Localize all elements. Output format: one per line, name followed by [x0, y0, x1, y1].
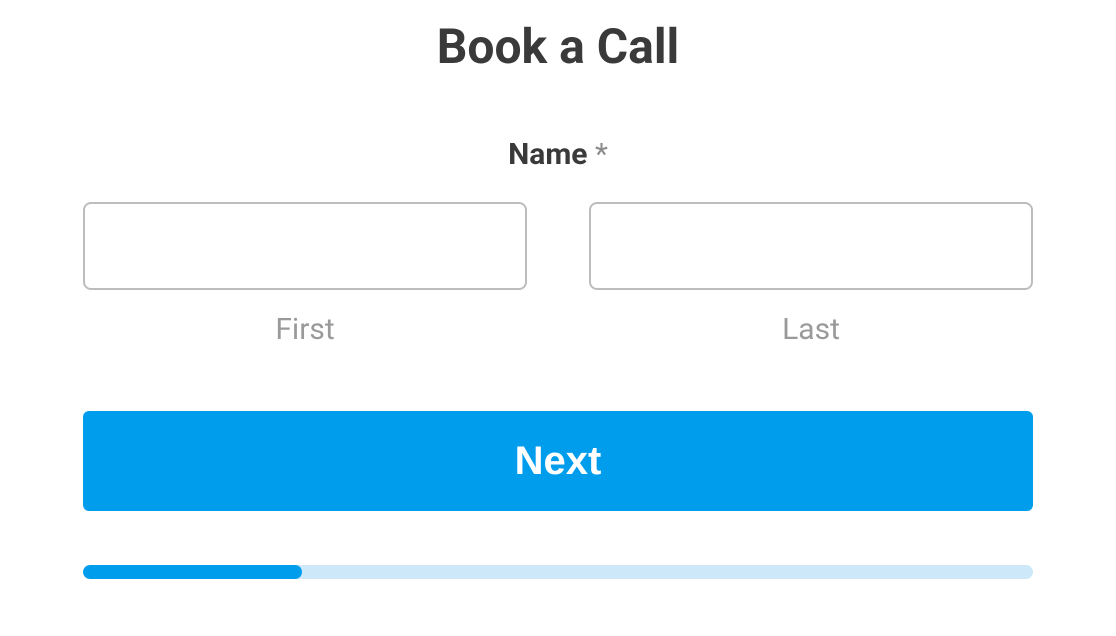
last-name-sublabel: Last	[782, 312, 840, 347]
required-asterisk: *	[595, 137, 608, 172]
first-name-sublabel: First	[275, 312, 334, 347]
next-button[interactable]: Next	[83, 411, 1033, 511]
page-title: Book a Call	[437, 18, 680, 75]
form-container: Book a Call Name * First Last Next	[83, 0, 1033, 579]
last-name-column: Last	[589, 202, 1033, 347]
name-fields-row: First Last	[83, 202, 1033, 347]
first-name-column: First	[83, 202, 527, 347]
first-name-input[interactable]	[83, 202, 527, 290]
name-label: Name	[508, 137, 587, 172]
progress-bar-track	[83, 565, 1033, 579]
progress-bar-fill	[83, 565, 302, 579]
last-name-input[interactable]	[589, 202, 1033, 290]
name-label-row: Name *	[508, 137, 608, 172]
